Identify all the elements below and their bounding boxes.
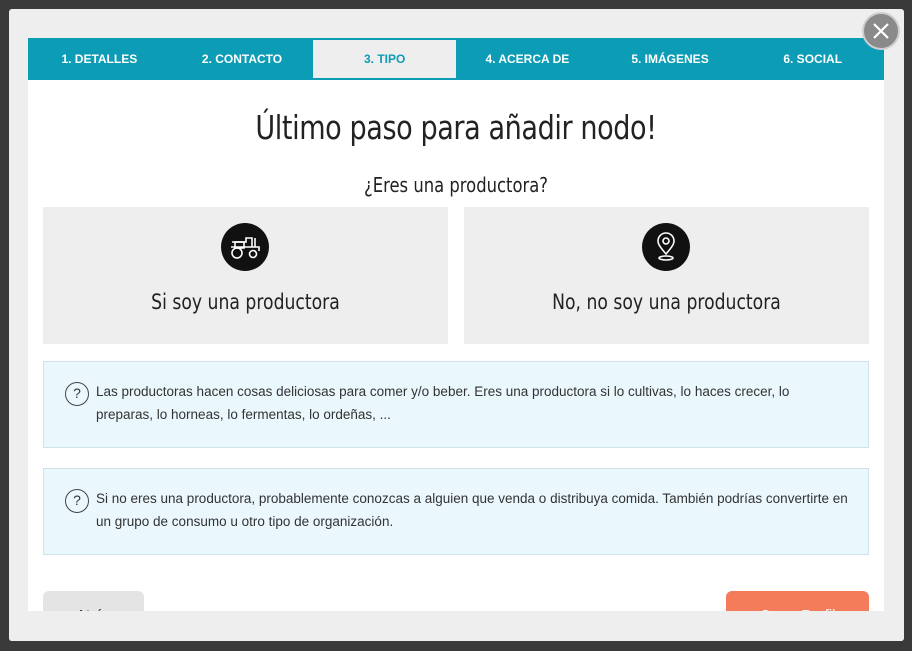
- map-pin-icon: [642, 223, 690, 271]
- close-icon: [873, 23, 889, 39]
- choice-producer-no-label: No, no soy una productora: [552, 290, 781, 314]
- info-box-producer: ? Las productoras hacen cosas deliciosas…: [43, 361, 869, 448]
- tab-imagenes[interactable]: 5. IMÁGENES: [599, 38, 742, 80]
- question-heading: ¿Eres una productora?: [364, 173, 548, 197]
- question-icon: ?: [65, 382, 89, 406]
- step-content: Último paso para añadir nodo! ¿Eres una …: [28, 80, 884, 631]
- tab-acerca-de[interactable]: 4. ACERCA DE: [456, 38, 599, 80]
- tractor-icon: [221, 223, 269, 271]
- tab-contacto[interactable]: 2. CONTACTO: [171, 38, 314, 80]
- question-icon: ?: [65, 489, 89, 513]
- wizard-tabs: 1. DETALLES 2. CONTACTO 3. TIPO 4. ACERC…: [28, 38, 884, 80]
- tab-detalles[interactable]: 1. DETALLES: [28, 38, 171, 80]
- choice-producer-yes-label: Si soy una productora: [151, 290, 340, 314]
- tab-tipo[interactable]: 3. TIPO: [313, 40, 457, 78]
- modal-bottom-edge: [9, 611, 904, 641]
- close-button[interactable]: [862, 12, 900, 50]
- info-text-non-producer: Si no eres una productora, probablemente…: [96, 491, 848, 529]
- tab-social[interactable]: 6. SOCIAL: [741, 38, 884, 80]
- choice-producer-yes[interactable]: Si soy una productora: [43, 207, 448, 344]
- choice-producer-no[interactable]: No, no soy una productora: [464, 207, 869, 344]
- info-text-producer: Las productoras hacen cosas deliciosas p…: [96, 384, 790, 422]
- modal: 1. DETALLES 2. CONTACTO 3. TIPO 4. ACERC…: [9, 9, 904, 641]
- page-title: Último paso para añadir nodo!: [255, 108, 657, 147]
- info-box-non-producer: ? Si no eres una productora, probablemen…: [43, 468, 869, 555]
